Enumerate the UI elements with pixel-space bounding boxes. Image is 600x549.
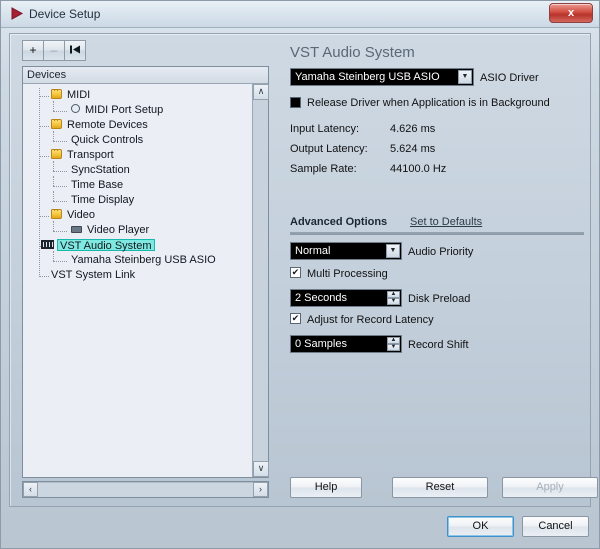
tree-item[interactable]: Time Base (23, 178, 252, 192)
chevron-down-icon[interactable]: ▼ (386, 244, 400, 258)
tree-vertical-scrollbar[interactable]: ∧ ∨ (252, 84, 268, 477)
tree-item[interactable]: Video Player (23, 223, 252, 237)
disk-preload-label: Disk Preload (408, 293, 470, 305)
tree-item[interactable]: Yamaha Steinberg USB ASIO (23, 253, 252, 267)
asio-driver-select[interactable]: Yamaha Steinberg USB ASIO ▼ (290, 68, 474, 86)
add-device-button[interactable]: + (22, 40, 44, 61)
device-toolbar: + – (22, 40, 85, 61)
set-to-defaults-link[interactable]: Set to Defaults (410, 216, 482, 228)
input-latency-label: Input Latency: (290, 123, 359, 135)
devices-tree-header: Devices (23, 67, 268, 84)
tree-item[interactable]: Time Display (23, 193, 252, 207)
input-latency-value: 4.626 ms (390, 123, 435, 135)
tree-item-label: Yamaha Steinberg USB ASIO (71, 253, 216, 267)
tree-item-label: VST Audio System (57, 239, 155, 251)
tree-item[interactable]: VST Audio System (23, 238, 252, 252)
scroll-down-button[interactable]: ∨ (253, 461, 269, 477)
folder-icon (51, 89, 62, 99)
tree-item-label: VST System Link (51, 268, 135, 282)
devices-tree[interactable]: MIDIMIDI Port SetupRemote DevicesQuick C… (23, 84, 252, 477)
asio-driver-label: ASIO Driver (480, 72, 539, 84)
advanced-options-title: Advanced Options (290, 216, 387, 228)
tree-item-label: Remote Devices (67, 118, 148, 132)
disk-preload-stepper[interactable]: 2 Seconds ▲ ▼ (290, 289, 402, 307)
help-button[interactable]: Help (290, 477, 362, 498)
tree-item[interactable]: MIDI (23, 88, 252, 102)
folder-icon (51, 209, 62, 219)
vst-icon (41, 240, 54, 249)
release-driver-label: Release Driver when Application is in Ba… (307, 97, 550, 109)
audio-priority-select[interactable]: Normal ▼ (290, 242, 402, 260)
vst-audio-system-panel: VST Audio System Yamaha Steinberg USB AS… (280, 34, 590, 506)
stepper-up-icon[interactable]: ▲ (387, 337, 400, 344)
tree-item-label: MIDI (67, 88, 90, 102)
tree-item-label: Time Base (71, 178, 123, 192)
audio-priority-label: Audio Priority (408, 246, 473, 258)
reset-button[interactable]: Reset (392, 477, 488, 498)
stepper-down-icon[interactable]: ▼ (387, 344, 400, 351)
tree-item[interactable]: VST System Link (23, 268, 252, 282)
tree-horizontal-scrollbar[interactable]: ‹ › (22, 481, 269, 498)
scroll-left-button[interactable]: ‹ (23, 482, 38, 497)
tree-item-label: Transport (67, 148, 114, 162)
tree-item-label: Time Display (71, 193, 134, 207)
output-latency-value: 5.624 ms (390, 143, 435, 155)
adjust-record-latency-checkbox[interactable]: ✔ (290, 313, 301, 324)
tree-item-label: Video Player (87, 223, 149, 237)
content-frame: + – Devices MIDIMIDI Port SetupRemote De… (9, 33, 591, 507)
remove-device-button[interactable]: – (43, 40, 65, 61)
tree-item-label: SyncStation (71, 163, 130, 177)
disk-preload-value: 2 Seconds (295, 292, 347, 304)
tree-item[interactable]: Transport (23, 148, 252, 162)
audio-priority-value: Normal (295, 245, 330, 257)
advanced-options-divider (290, 232, 584, 235)
tree-item[interactable]: Quick Controls (23, 133, 252, 147)
ok-button[interactable]: OK (447, 516, 514, 537)
adjust-record-latency-label: Adjust for Record Latency (307, 314, 434, 326)
output-latency-label: Output Latency: (290, 143, 368, 155)
tree-item-label: MIDI Port Setup (85, 103, 163, 117)
tree-item[interactable]: Remote Devices (23, 118, 252, 132)
tree-item-label: Video (67, 208, 95, 222)
asio-driver-value: Yamaha Steinberg USB ASIO (295, 71, 440, 83)
sample-rate-value: 44100.0 Hz (390, 163, 446, 175)
cancel-button[interactable]: Cancel (522, 516, 589, 537)
devices-tree-panel: Devices MIDIMIDI Port SetupRemote Device… (22, 66, 269, 478)
sample-rate-label: Sample Rate: (290, 163, 357, 175)
panel-title: VST Audio System (290, 44, 415, 61)
multi-processing-label: Multi Processing (307, 268, 388, 280)
clock-icon (71, 104, 80, 113)
play-triangle-icon (10, 7, 24, 21)
title-bar: Device Setup x (1, 1, 599, 28)
tree-item[interactable]: SyncStation (23, 163, 252, 177)
record-shift-value: 0 Samples (295, 338, 347, 350)
close-button[interactable]: x (549, 3, 593, 23)
record-shift-stepper[interactable]: 0 Samples ▲ ▼ (290, 335, 402, 353)
window-title: Device Setup (29, 7, 100, 21)
folder-icon (51, 149, 62, 159)
tree-item-label: Quick Controls (71, 133, 143, 147)
chevron-down-icon[interactable]: ▼ (458, 70, 472, 84)
release-driver-checkbox[interactable] (290, 97, 301, 108)
tree-item[interactable]: Video (23, 208, 252, 222)
video-icon (71, 226, 82, 233)
tree-item[interactable]: MIDI Port Setup (23, 103, 252, 117)
hscroll-track[interactable] (38, 482, 253, 497)
dialog-footer: OK Cancel (9, 512, 591, 542)
apply-button[interactable]: Apply (502, 477, 598, 498)
stepper-down-icon[interactable]: ▼ (387, 298, 400, 305)
device-setup-window: Device Setup x + – Devices MIDIMIDI Port… (0, 0, 600, 549)
record-shift-label: Record Shift (408, 339, 469, 351)
folder-icon (51, 119, 62, 129)
stepper-arrows-icon[interactable]: ▲ ▼ (387, 337, 400, 352)
stepper-arrows-icon[interactable]: ▲ ▼ (387, 291, 400, 306)
reset-device-button[interactable] (64, 40, 86, 61)
scroll-right-button[interactable]: › (253, 482, 268, 497)
stepper-up-icon[interactable]: ▲ (387, 291, 400, 298)
multi-processing-checkbox[interactable]: ✔ (290, 267, 301, 278)
scroll-up-button[interactable]: ∧ (253, 84, 269, 100)
